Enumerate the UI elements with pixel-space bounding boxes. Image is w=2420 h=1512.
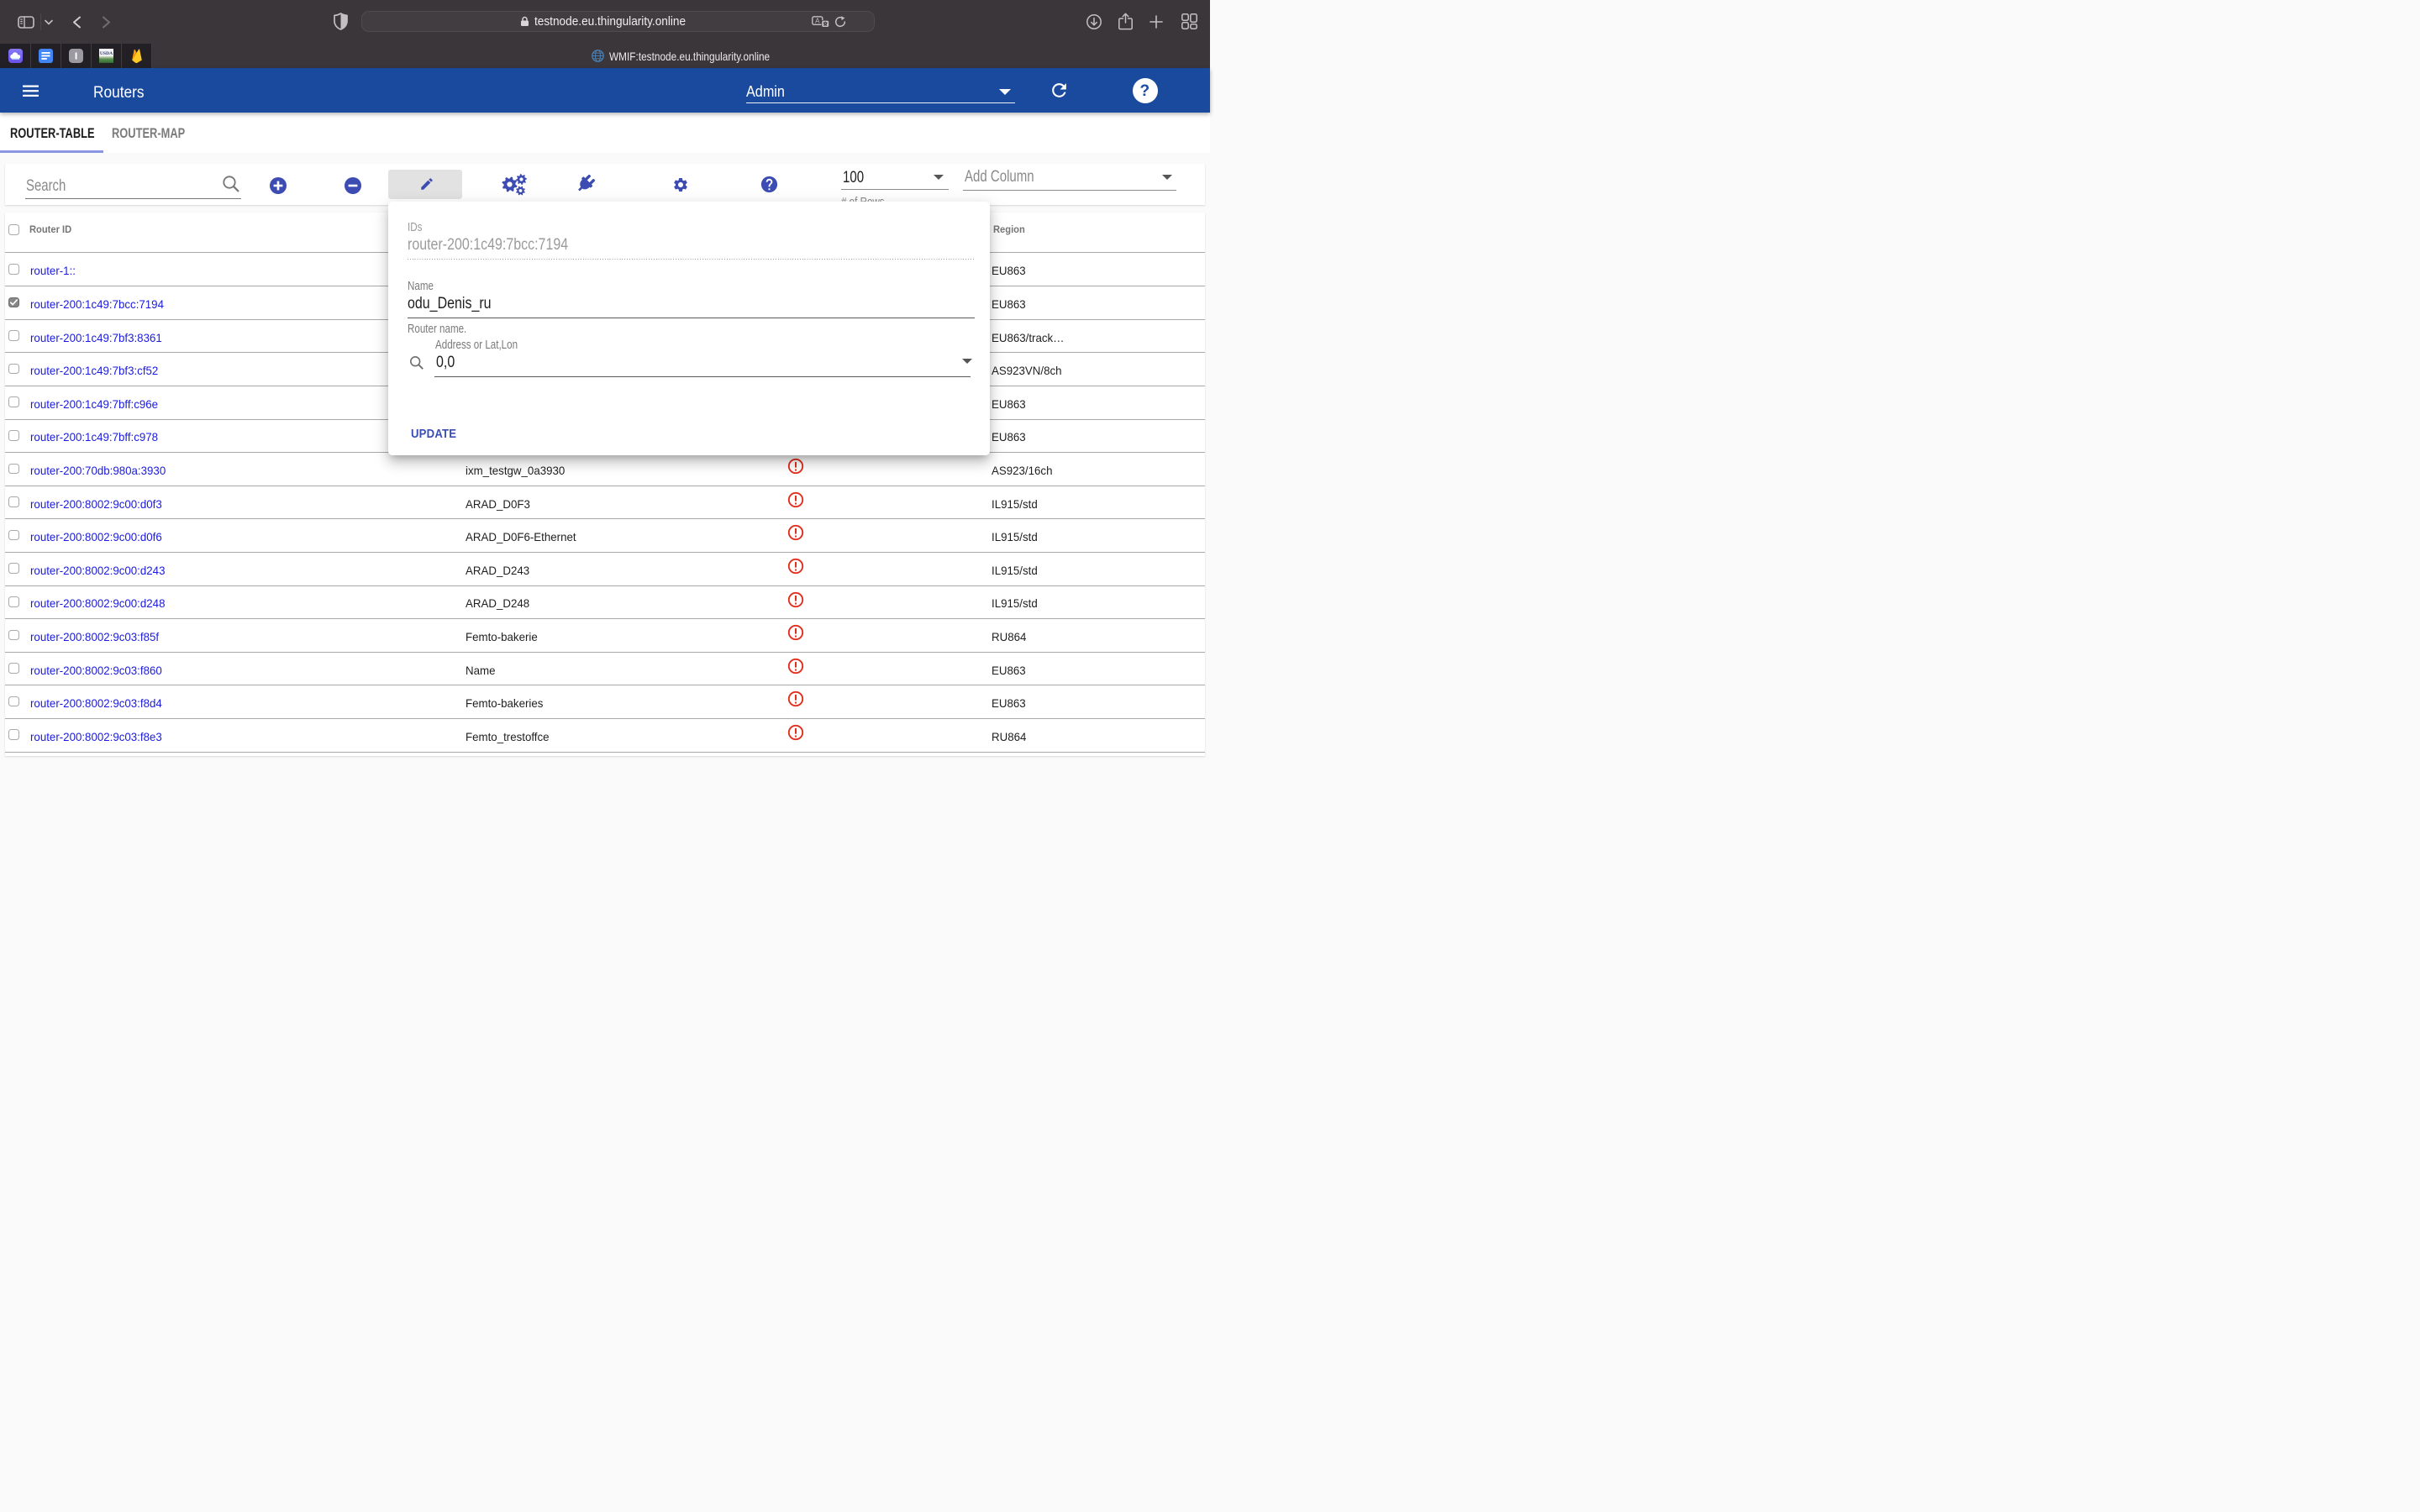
svg-text:A: A <box>815 18 820 25</box>
svg-text:USDA: USDA <box>99 51 112 56</box>
